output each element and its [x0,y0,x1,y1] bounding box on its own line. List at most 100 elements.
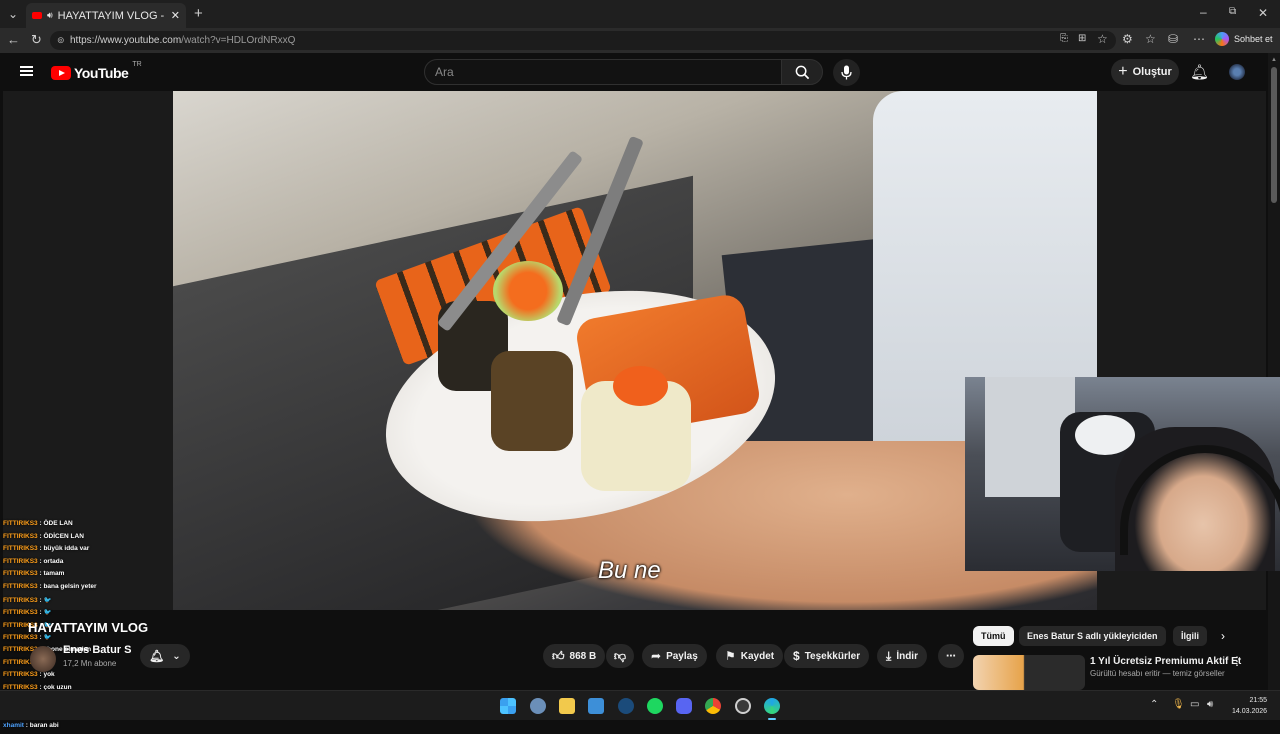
subscription-notification-button[interactable]: 🔔︎ ⌄ [140,644,190,668]
site-info-icon[interactable]: ⊚ [57,35,65,46]
address-bar-row: ← ↻ ⊚ https://www.youtube.com/watch?v=HD… [0,28,1280,53]
create-button[interactable]: + Oluştur [1111,59,1179,85]
chat-username: FITTIRIKS3 [3,671,38,678]
like-count: 868 B [570,651,597,662]
voice-search-button[interactable] [833,59,860,86]
app-icon[interactable]: ⊞ [1078,34,1086,44]
copilot-button[interactable]: Sohbet et [1215,32,1273,46]
chat-username: FITTIRIKS3 [3,609,38,616]
subscriber-count: 17,2 Mn abone [63,659,116,668]
thanks-button[interactable]: $ Teşekkürler [784,644,869,668]
bell-icon: 🔔︎ [149,649,164,663]
dislike-button[interactable]: 👎︎ [606,644,634,668]
reload-icon[interactable]: ↻ [31,33,42,46]
steam-icon[interactable] [618,698,634,714]
chat-message: FITTIRIKS3 : 🐦 [3,596,163,609]
chips-next-arrow-icon[interactable]: › [1221,629,1225,643]
share-button[interactable]: ➦ Paylaş [642,644,707,668]
chat-message: FITTIRIKS3 : 🐦 [3,608,163,621]
chat-message: xhamit : baran abi [3,722,163,734]
clock-date: 14.03.2026 [1232,706,1267,717]
chip-all[interactable]: Tümü [973,626,1014,646]
scrollbar[interactable]: ▲ [1268,53,1280,690]
scroll-up-arrow-icon[interactable]: ▲ [1268,57,1280,63]
tray-overflow-icon[interactable]: ⌃ [1150,699,1158,710]
close-window-icon[interactable]: ✕ [1258,7,1268,19]
taskbar-clock[interactable]: 21:55 14.03.2026 [1232,695,1267,717]
more-menu-icon[interactable]: ⋯ [1193,33,1205,45]
url-field[interactable]: ⊚ https://www.youtube.com/watch?v=HDLOrd… [50,31,1116,50]
chat-text: 🐦 [43,609,51,616]
recommended-item[interactable]: 1 Yıl Ücretsiz Premiumu Aktif Et Gürültü… [973,654,1263,690]
chip-from-uploader[interactable]: Enes Batur S adlı yükleyiciden [1019,626,1166,646]
chat-text: büyük idda var [43,545,89,552]
url-host: https://www.youtube.com [70,35,181,46]
chat-text: ÖDİCEN LAN [43,533,83,540]
account-avatar[interactable] [1229,64,1245,80]
tray-volume-icon[interactable]: 🔊︎ [1207,699,1213,710]
file-explorer-icon[interactable] [559,698,575,714]
thanks-label: Teşekkürler [805,651,860,662]
tray-network-icon[interactable]: ▭ [1190,699,1199,710]
tray-mic-icon[interactable]: 🎙︎ [1172,699,1185,710]
windows-start-icon[interactable] [500,698,516,714]
download-button[interactable]: ⤓ İndir [877,644,927,668]
chat-message: FITTIRIKS3 : büyük idda var [3,545,163,558]
recording-app-icon[interactable] [735,698,751,714]
tab-list-icon[interactable]: ⌄ [8,8,18,20]
chrome-icon[interactable] [705,698,721,714]
chat-username: FITTIRIKS3 [3,545,38,552]
youtube-logo[interactable]: YouTube TR [51,65,142,81]
video-player[interactable] [173,91,1097,610]
thumbs-up-icon: 👍︎ [552,649,565,664]
copilot-icon [1215,32,1229,46]
chip-related[interactable]: İlgili [1173,626,1207,646]
channel-name[interactable]: Enes Batur S [63,644,131,656]
sushi-piece [493,261,563,321]
recommended-more-icon[interactable]: ⋮ [1231,654,1243,668]
chat-username: FITTIRIKS3 [3,597,38,604]
spotify-icon[interactable] [647,698,663,714]
browser-tab[interactable]: 🔊︎ HAYATTAYIM VLOG - YouTube ✕ [26,3,186,28]
channel-avatar[interactable] [30,646,56,672]
thumbs-down-icon: 👎︎ [614,649,626,664]
search-button[interactable] [781,59,823,85]
create-label: Oluştur [1133,66,1172,78]
discord-icon[interactable] [676,698,692,714]
download-label: İndir [896,651,918,662]
tab-close-icon[interactable]: ✕ [171,9,180,22]
restore-icon[interactable]: ⧉ [1229,7,1236,17]
favorite-star-icon[interactable]: ☆ [1097,33,1108,45]
search-input[interactable]: Ara [424,59,782,85]
webcam-plush [1075,415,1135,455]
save-label: Kaydet [741,651,774,662]
translate-icon[interactable]: ⎘ [1060,34,1068,44]
settings-app-icon[interactable] [530,698,546,714]
chat-message: FITTIRIKS3 : ÖDE LAN [3,520,163,533]
hamburger-menu-icon[interactable] [20,66,33,76]
like-button[interactable]: 👍︎ 868 B [543,644,605,668]
minimize-icon[interactable]: – [1200,6,1207,18]
back-icon[interactable]: ← [7,33,20,46]
favorites-icon[interactable]: ☆ [1145,33,1156,45]
extensions-icon[interactable]: ⚙ [1122,33,1133,45]
youtube-header: YouTube TR Ara + Oluştur 🔔︎ [0,53,1268,91]
save-button[interactable]: ⚑ Kaydet [716,644,783,668]
sushi-piece [613,366,668,406]
windows-taskbar: ⌃ 🎙︎ ▭ 🔊︎ 21:55 14.03.2026 [0,690,1280,720]
recommended-title: 1 Yıl Ücretsiz Premiumu Aktif Et [1090,656,1241,667]
store-icon[interactable] [588,698,604,714]
chat-text: yok [43,671,54,678]
edge-icon[interactable] [764,698,780,714]
chat-username: FITTIRIKS3 [3,520,38,527]
thanks-icon: $ [793,649,800,663]
logo-text: YouTube [74,65,128,81]
more-actions-button[interactable]: ⋯ [938,644,964,668]
notifications-bell-icon[interactable]: 🔔︎ [1190,63,1209,81]
new-tab-icon[interactable]: + [194,6,203,21]
chat-text: ortada [43,558,63,565]
chat-message: FITTIRIKS3 : ortada [3,558,163,571]
scrollbar-thumb[interactable] [1271,67,1277,203]
audio-playing-icon[interactable]: 🔊︎ [47,10,53,21]
collections-icon[interactable]: ⛁ [1168,33,1178,45]
